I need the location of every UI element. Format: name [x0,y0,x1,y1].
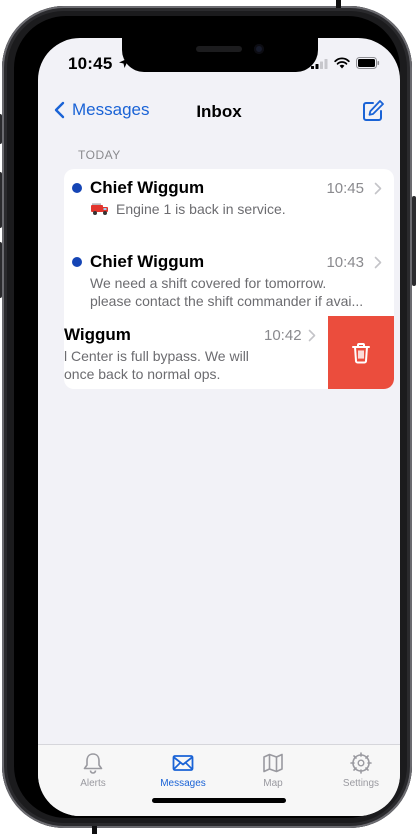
message-preview-text: Engine 1 is back in service. [116,201,286,217]
tab-alerts[interactable]: Alerts [58,751,128,789]
section-header: TODAY [78,148,121,162]
message-row-swiped[interactable]: Wiggum 10:42 l Center is full bypass. We… [64,316,394,389]
power-button [412,196,416,286]
message-time: 10:43 [326,254,364,271]
notch [122,38,318,72]
compose-button[interactable] [360,98,386,124]
antenna-band [92,826,97,834]
message-preview-line: l Center is full bypass. We will [64,348,249,364]
message-time: 10:45 [326,180,364,197]
unread-indicator [72,257,82,267]
message-row[interactable]: Chief Wiggum 10:45 Engine 1 is back in s… [64,169,394,243]
silent-switch [0,114,2,144]
bezel: 10:45 Messages Inbox TODAY Chief Wiggum … [14,16,400,818]
screen: 10:45 Messages Inbox TODAY Chief Wiggum … [38,38,400,816]
tab-settings[interactable]: Settings [326,751,396,789]
message-row[interactable]: Chief Wiggum 10:43 We need a shift cover… [64,243,394,316]
page-title: Inbox [196,102,242,121]
message-row-content[interactable]: Wiggum 10:42 l Center is full bypass. We… [64,316,328,389]
message-preview: l Center is full bypass. We will once ba… [64,347,274,383]
antenna-band [336,0,341,8]
tab-label: Alerts [80,778,106,789]
message-preview-line: once back to normal ops. [64,366,221,382]
fire-engine-icon [91,203,108,215]
tab-bar: Alerts Messages Map Settings [38,744,400,816]
signal-icon [311,56,328,74]
map-icon [263,753,283,773]
message-preview: Engine 1 is back in service. [90,200,370,218]
message-sender: Wiggum [64,325,131,344]
message-sender: Chief Wiggum [90,178,205,197]
tab-label: Messages [160,778,206,789]
battery-icon [356,56,380,74]
status-time: 10:45 [68,54,113,73]
front-camera [254,44,264,54]
unread-indicator [72,183,82,193]
wifi-icon [334,56,350,74]
chevron-right-icon [374,182,382,195]
navigation-bar: Messages Inbox [38,94,400,138]
envelope-icon [172,755,194,771]
tab-messages[interactable]: Messages [148,751,218,789]
message-sender: Chief Wiggum [90,252,205,271]
trash-icon [352,342,370,363]
tab-map[interactable]: Map [238,751,308,789]
chevron-right-icon [308,329,316,342]
delete-button[interactable] [328,316,394,389]
volume-down-button [0,242,2,298]
volume-up-button [0,172,2,228]
compose-icon [363,100,384,121]
home-indicator[interactable] [152,798,286,803]
speaker [196,46,242,52]
status-icons [311,56,380,74]
gear-icon [350,752,372,774]
message-preview-line: We need a shift covered for tomorrow. [90,275,327,291]
chevron-right-icon [374,256,382,269]
tab-label: Settings [342,778,380,789]
message-preview: We need a shift covered for tomorrow. pl… [90,274,370,310]
message-preview-line: please contact the shift commander if av… [90,293,364,309]
bell-icon [83,753,103,774]
phone-frame: 10:45 Messages Inbox TODAY Chief Wiggum … [0,0,416,834]
tab-label: Map [263,778,283,789]
message-time: 10:42 [264,327,302,344]
